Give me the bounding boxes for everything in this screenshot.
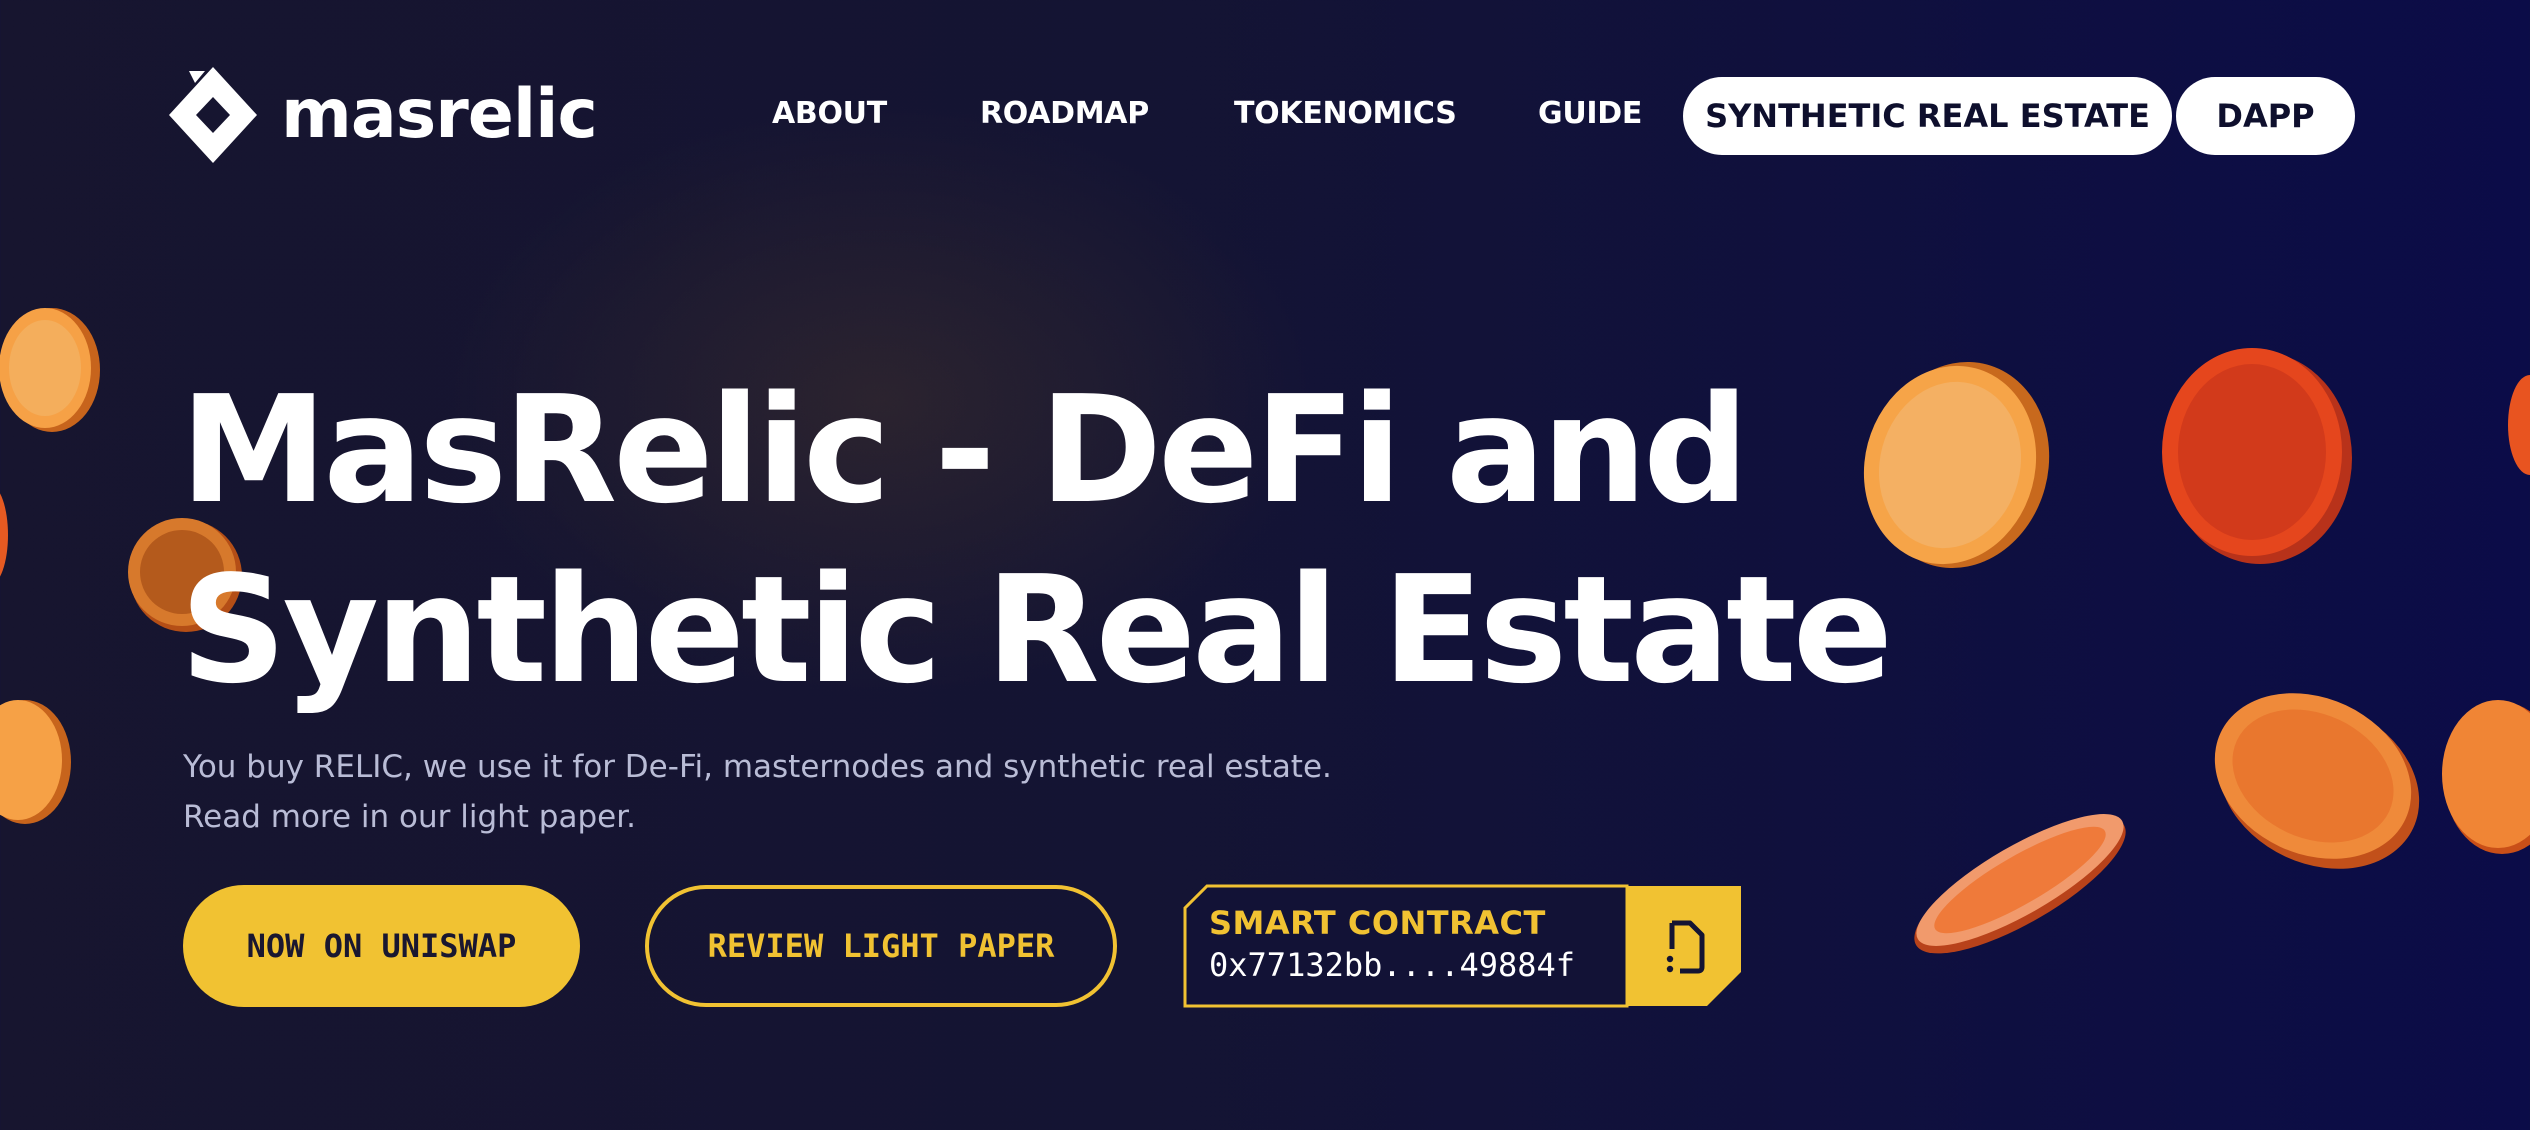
coin-decoration-icon — [2508, 375, 2530, 475]
coin-decoration-icon — [2162, 348, 2352, 564]
contract-label: SMART CONTRACT — [1209, 904, 1546, 942]
contract-address: 0x77132bb....49884f — [1209, 946, 1576, 984]
hero-title-line-2: Synthetic Real Estate — [180, 544, 1893, 716]
hero-title: MasRelic - DeFi and Synthetic Real Estat… — [180, 360, 1893, 720]
coin-decoration-icon — [0, 308, 100, 432]
dapp-button[interactable]: DAPP — [2176, 77, 2355, 155]
now-on-uniswap-button[interactable]: NOW ON UNISWAP — [183, 885, 580, 1007]
coin-decoration-icon — [2214, 693, 2420, 869]
nav-about[interactable]: ABOUT — [772, 96, 887, 131]
nav-roadmap[interactable]: ROADMAP — [980, 96, 1149, 131]
copy-document-icon[interactable] — [1658, 919, 1712, 975]
review-light-paper-button[interactable]: REVIEW LIGHT PAPER — [645, 885, 1117, 1007]
brand-logo[interactable]: masrelic — [165, 63, 598, 167]
logo-diamond-icon — [169, 67, 257, 163]
nav-guide[interactable]: GUIDE — [1538, 96, 1642, 131]
synthetic-real-estate-button[interactable]: SYNTHETIC REAL ESTATE — [1683, 77, 2172, 155]
hero-subtitle: You buy RELIC, we use it for De-Fi, mast… — [183, 742, 1332, 842]
coin-decoration-icon — [1914, 814, 2126, 954]
hero-title-line-1: MasRelic - DeFi and — [180, 364, 1749, 536]
hero-subtitle-line-2: Read more in our light paper. — [183, 799, 636, 835]
coin-decoration-icon — [0, 700, 71, 824]
brand-name: masrelic — [281, 75, 598, 154]
smart-contract-box: SMART CONTRACT 0x77132bb....49884f — [1183, 884, 1743, 1008]
nav-tokenomics[interactable]: TOKENOMICS — [1234, 96, 1457, 131]
coin-decoration-icon — [2442, 700, 2530, 854]
coin-decoration-icon — [0, 493, 8, 577]
hero-subtitle-line-1: You buy RELIC, we use it for De-Fi, mast… — [183, 749, 1332, 785]
